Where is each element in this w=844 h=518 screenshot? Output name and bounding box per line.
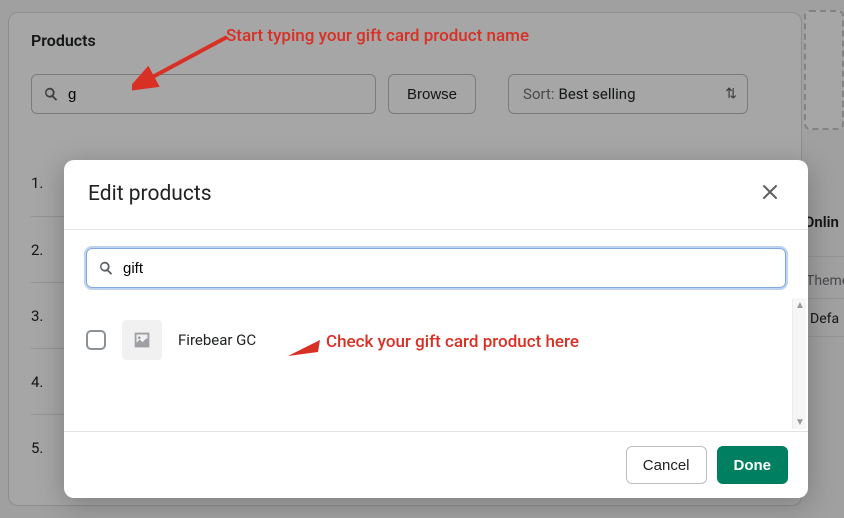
- modal-body: Firebear GC ▲ ▼: [64, 230, 808, 431]
- cancel-button[interactable]: Cancel: [626, 446, 707, 484]
- done-button[interactable]: Done: [717, 446, 789, 484]
- modal-header: Edit products: [64, 160, 808, 230]
- image-placeholder-icon: [131, 329, 153, 351]
- modal-title: Edit products: [88, 182, 212, 206]
- scroll-up-icon[interactable]: ▲: [793, 298, 807, 312]
- result-item[interactable]: Firebear GC: [86, 314, 786, 366]
- close-button[interactable]: [756, 178, 784, 209]
- result-name: Firebear GC: [178, 331, 256, 349]
- product-thumbnail: [122, 320, 162, 360]
- modal-search[interactable]: [86, 248, 786, 288]
- modal-search-input[interactable]: [123, 260, 775, 277]
- scroll-down-icon[interactable]: ▼: [793, 415, 807, 429]
- search-icon: [97, 259, 115, 277]
- close-icon: [760, 182, 780, 202]
- modal-result-list: Firebear GC: [86, 314, 786, 366]
- modal-footer: Cancel Done: [64, 431, 808, 498]
- edit-products-modal: Edit products Firebear GC ▲ ▼ Cancel Don…: [64, 160, 808, 498]
- result-checkbox[interactable]: [86, 330, 106, 350]
- scrollbar[interactable]: ▲ ▼: [792, 298, 806, 429]
